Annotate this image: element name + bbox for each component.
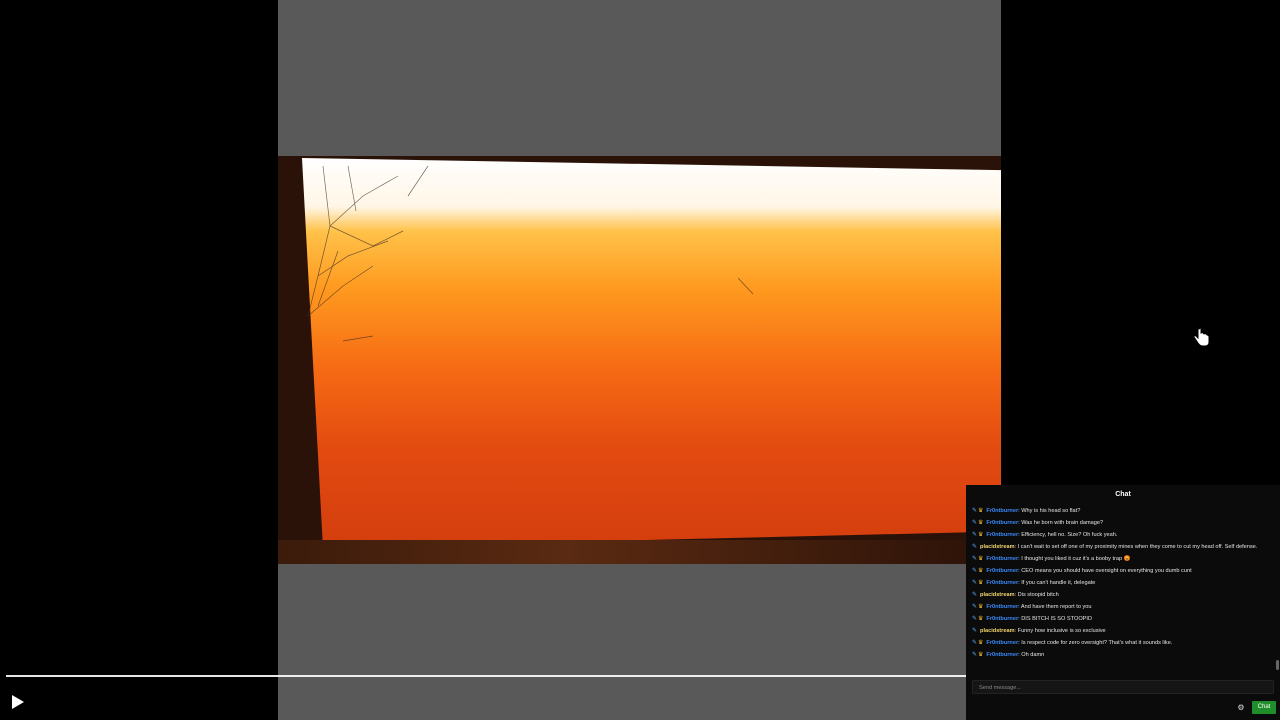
chat-badges: ✎♛ [972, 580, 984, 587]
chat-message-text: : Efficiency, hell no. Size? Oh fuck yea… [1018, 531, 1118, 538]
chat-username[interactable]: Fr0ntburner [986, 568, 1018, 574]
chat-message: ✎♛ Fr0ntburner: If you can't handle it, d… [966, 577, 1274, 589]
chat-message: ✎♛ Fr0ntburner: And have them report to y… [966, 601, 1274, 613]
chat-username[interactable]: Fr0ntburner [986, 520, 1018, 526]
chat-username[interactable]: Fr0ntburner [986, 640, 1018, 646]
chat-message: ✎♛ Fr0ntburner: Is respect code for zero … [966, 637, 1274, 649]
hand-cursor-icon [1193, 328, 1210, 347]
chat-username[interactable]: placidstream [980, 544, 1015, 550]
crown-badge-icon: ♛ [978, 507, 984, 514]
chat-scrollbar[interactable] [1276, 660, 1279, 670]
chat-message: ✎♛ Fr0ntburner: DIS BITCH IS SO STOOPID [966, 613, 1274, 625]
chat-message: ✎ placidstream: Funny how inclusive is so… [966, 625, 1274, 637]
chat-username[interactable]: placidstream [980, 628, 1015, 634]
video-player: Chat ✎♛ Fr0ntburner: Why is his head so f… [0, 0, 1280, 720]
chat-message: ✎♛ Fr0ntburner: Oh damn [966, 649, 1274, 661]
chat-message-text: : Dis stoopid bitch [1014, 591, 1059, 598]
chat-badges: ✎ [972, 544, 978, 551]
chat-message-list[interactable]: ✎♛ Fr0ntburner: Why is his head so flat? ✎… [966, 505, 1274, 670]
chat-message-text: : I can't wait to set off one of my prox… [1014, 543, 1258, 550]
crown-badge-icon: ♛ [978, 651, 984, 658]
pen-badge-icon: ✎ [972, 603, 978, 610]
chat-message-input[interactable]: Send message... [972, 680, 1274, 694]
crown-badge-icon: ♛ [978, 579, 984, 586]
pen-badge-icon: ✎ [972, 591, 978, 598]
chat-message-text: : Funny how inclusive is so exclusive [1014, 627, 1106, 634]
chat-username[interactable]: Fr0ntburner [986, 556, 1018, 562]
crown-badge-icon: ♛ [978, 531, 984, 538]
chat-message: ✎ placidstream: I can't wait to set off o… [966, 541, 1274, 553]
pen-badge-icon: ✎ [972, 555, 978, 562]
chat-title: Chat [1115, 491, 1131, 498]
chat-message: ✎ placidstream: Dis stoopid bitch [966, 589, 1274, 601]
chat-username[interactable]: Fr0ntburner [986, 616, 1018, 622]
chat-message-text: : Oh damn [1018, 651, 1045, 658]
chat-badges: ✎♛ [972, 640, 984, 647]
chat-username[interactable]: Fr0ntburner [986, 652, 1018, 658]
chat-message-text: : Is respect code for zero oversight? Th… [1018, 639, 1173, 646]
chat-message-text: : DIS BITCH IS SO STOOPID [1018, 615, 1092, 622]
angry-emoji-icon: 😡 [1122, 555, 1131, 562]
chat-badges: ✎♛ [972, 508, 984, 515]
gear-icon[interactable]: ⚙ [1236, 703, 1246, 713]
pen-badge-icon: ✎ [972, 519, 978, 526]
chat-message: ✎♛ Fr0ntburner: CEO means you should have… [966, 565, 1274, 577]
chat-message-text: : And have them report to you [1018, 603, 1092, 610]
chat-message: ✎♛ Fr0ntburner: Was he born with brain da… [966, 517, 1274, 529]
crown-badge-icon: ♛ [978, 603, 984, 610]
screen-crack-overlay [307, 165, 754, 342]
chat-username[interactable]: Fr0ntburner [986, 604, 1018, 610]
video-bottom-band [278, 540, 1001, 564]
chat-badges: ✎ [972, 592, 978, 599]
chat-badges: ✎ [972, 628, 978, 635]
chat-username[interactable]: Fr0ntburner [986, 580, 1018, 586]
pen-badge-icon: ✎ [972, 543, 978, 550]
chat-send-button[interactable]: Chat [1252, 701, 1276, 714]
pen-badge-icon: ✎ [972, 615, 978, 622]
chat-message-text: : Was he born with brain damage? [1018, 519, 1104, 526]
play-icon[interactable] [10, 694, 26, 710]
chat-message: ✎♛ Fr0ntburner: Why is his head so flat? [966, 505, 1274, 517]
crown-badge-icon: ♛ [978, 555, 984, 562]
chat-username[interactable]: placidstream [980, 592, 1015, 598]
video-frame [278, 156, 1001, 564]
chat-badges: ✎♛ [972, 652, 984, 659]
chat-badges: ✎♛ [972, 520, 984, 527]
pen-badge-icon: ✎ [972, 627, 978, 634]
chat-username[interactable]: Fr0ntburner [986, 508, 1018, 514]
chat-message-text: : Why is his head so flat? [1018, 507, 1081, 514]
chat-badges: ✎♛ [972, 616, 984, 623]
chat-message-text: : If you can't handle it, delegate [1018, 579, 1096, 586]
crown-badge-icon: ♛ [978, 567, 984, 574]
chat-message-text: : CEO means you should have oversight on… [1018, 567, 1192, 574]
pen-badge-icon: ✎ [972, 507, 978, 514]
player-controls [0, 680, 966, 720]
chat-panel: Chat ✎♛ Fr0ntburner: Why is his head so f… [966, 485, 1280, 720]
chat-username[interactable]: Fr0ntburner [986, 532, 1018, 538]
chat-message-text: : I thought you liked it cuz it's a boob… [1018, 555, 1123, 562]
pen-badge-icon: ✎ [972, 579, 978, 586]
chat-badges: ✎♛ [972, 568, 984, 575]
crown-badge-icon: ♛ [978, 519, 984, 526]
video-area[interactable] [278, 0, 1001, 720]
pen-badge-icon: ✎ [972, 651, 978, 658]
pen-badge-icon: ✎ [972, 531, 978, 538]
crown-badge-icon: ♛ [978, 639, 984, 646]
chat-badges: ✎♛ [972, 532, 984, 539]
pen-badge-icon: ✎ [972, 567, 978, 574]
chat-badges: ✎♛ [972, 604, 984, 611]
crown-badge-icon: ♛ [978, 615, 984, 622]
chat-badges: ✎♛ [972, 556, 984, 563]
chat-message: ✎♛ Fr0ntburner: Efficiency, hell no. Size… [966, 529, 1274, 541]
chat-message: ✎♛ Fr0ntburner: I thought you liked it cu… [966, 553, 1274, 565]
pen-badge-icon: ✎ [972, 639, 978, 646]
seek-bar[interactable] [6, 675, 966, 677]
